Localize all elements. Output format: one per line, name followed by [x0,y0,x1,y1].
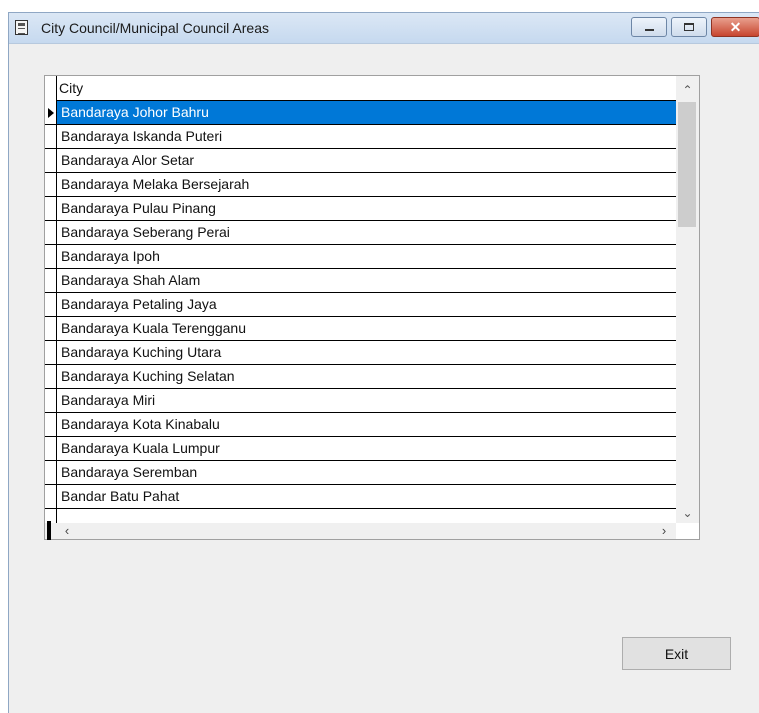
row-marker[interactable] [45,461,57,484]
scroll-left-icon[interactable]: ‹ [57,523,77,539]
close-button[interactable]: ✕ [711,17,759,37]
window-title: City Council/Municipal Council Areas [41,20,269,36]
row-marker[interactable] [45,413,57,436]
table-row[interactable]: Bandaraya Kota Kinabalu [45,413,676,437]
city-cell[interactable]: Bandaraya Seremban [57,461,676,484]
city-cell[interactable]: Bandaraya Kuching Selatan [57,365,676,388]
city-cell[interactable]: Bandaraya Ipoh [57,245,676,268]
row-marker[interactable] [45,269,57,292]
close-icon: ✕ [729,19,742,35]
city-cell[interactable]: Bandar Batu Pahat [57,485,676,508]
table-row[interactable]: Bandaraya Shah Alam [45,269,676,293]
city-cell[interactable]: Bandaraya Miri [57,389,676,412]
table-row[interactable]: Bandaraya Ipoh [45,245,676,269]
row-marker[interactable] [45,389,57,412]
scroll-right-icon[interactable]: › [654,523,674,539]
row-marker[interactable] [45,125,57,148]
grid-rows: Bandaraya Johor Bahru Bandaraya Iskanda P… [45,101,676,509]
table-row[interactable]: Bandaraya Kuching Utara [45,341,676,365]
table-row[interactable]: Bandar Batu Pahat [45,485,676,509]
exit-button[interactable]: Exit [622,637,731,670]
city-cell[interactable]: Bandaraya Kuala Lumpur [57,437,676,460]
main-window: City Council/Municipal Council Areas ✕ C… [8,12,759,713]
table-row[interactable]: Bandaraya Pulau Pinang [45,197,676,221]
city-cell[interactable]: Bandaraya Shah Alam [57,269,676,292]
city-cell[interactable]: Bandaraya Pulau Pinang [57,197,676,220]
table-row[interactable]: Bandaraya Kuala Lumpur [45,437,676,461]
row-marker[interactable] [45,245,57,268]
row-marker[interactable] [45,221,57,244]
horizontal-scrollbar[interactable]: ‹ › [45,521,676,540]
row-marker[interactable] [45,485,57,508]
row-marker[interactable] [45,293,57,316]
vertical-scroll-thumb[interactable] [678,102,696,227]
scroll-up-icon[interactable]: ⌃ [676,80,699,100]
city-cell[interactable]: Bandaraya Kuching Utara [57,341,676,364]
row-indicator-marker [47,521,51,540]
table-row[interactable]: Bandaraya Kuching Selatan [45,365,676,389]
city-cell[interactable]: Bandaraya Melaka Bersejarah [57,173,676,196]
vertical-scrollbar[interactable]: ⌃ ⌄ [676,76,699,523]
title-bar[interactable]: City Council/Municipal Council Areas ✕ [9,13,759,44]
table-row[interactable]: Bandaraya Johor Bahru [45,101,676,125]
scrollbar-corner [676,523,699,539]
city-cell[interactable]: Bandaraya Petaling Jaya [57,293,676,316]
city-cell[interactable]: Bandaraya Kota Kinabalu [57,413,676,436]
table-row[interactable]: Bandaraya Alor Setar [45,149,676,173]
maximize-button[interactable] [671,17,707,37]
table-row[interactable]: Bandaraya Seremban [45,461,676,485]
table-row[interactable]: Bandaraya Miri [45,389,676,413]
row-marker[interactable] [45,317,57,340]
app-icon [15,20,28,35]
table-row[interactable]: Bandaraya Petaling Jaya [45,293,676,317]
column-header-city[interactable]: City [57,76,676,101]
city-cell[interactable]: Bandaraya Seberang Perai [57,221,676,244]
row-marker[interactable] [45,341,57,364]
table-row[interactable]: Bandaraya Melaka Bersejarah [45,173,676,197]
city-cell[interactable]: Bandaraya Kuala Terengganu [57,317,676,340]
table-row[interactable]: Bandaraya Seberang Perai [45,221,676,245]
city-cell[interactable]: Bandaraya Iskanda Puteri [57,125,676,148]
city-grid[interactable]: City Bandaraya Johor Bahru Bandaraya Iska… [44,75,700,540]
row-marker[interactable] [45,149,57,172]
row-marker[interactable] [45,197,57,220]
city-cell[interactable]: Bandaraya Alor Setar [57,149,676,172]
table-row[interactable]: Bandaraya Kuala Terengganu [45,317,676,341]
current-row-arrow-icon [48,108,54,118]
city-cell[interactable]: Bandaraya Johor Bahru [57,101,676,124]
table-row[interactable]: Bandaraya Iskanda Puteri [45,125,676,149]
minimize-button[interactable] [631,17,667,37]
scroll-down-icon[interactable]: ⌄ [676,503,699,523]
row-marker[interactable] [45,437,57,460]
row-marker[interactable] [45,101,57,124]
row-marker[interactable] [45,365,57,388]
row-marker[interactable] [45,173,57,196]
